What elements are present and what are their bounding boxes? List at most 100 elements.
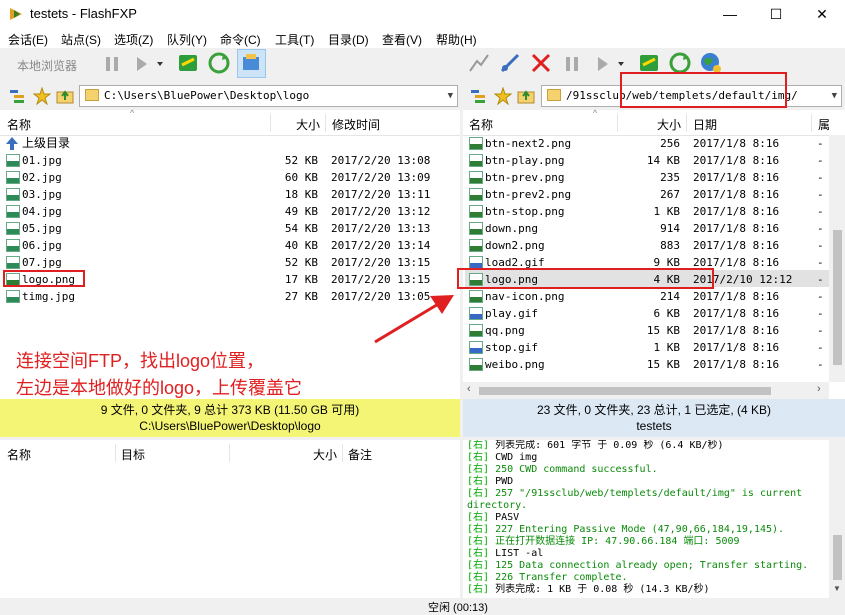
pause-icon[interactable] bbox=[100, 52, 124, 76]
queue-col-note[interactable]: 备注 bbox=[348, 446, 372, 463]
close-button[interactable]: ✕ bbox=[799, 0, 845, 28]
remote-file-row[interactable]: stop.gif 1 KB 2017/1/8 8:16 - bbox=[467, 339, 829, 356]
connect-icon[interactable] bbox=[467, 51, 491, 75]
scroll-thumb[interactable] bbox=[833, 230, 842, 365]
menu-site[interactable]: 站点(S) bbox=[61, 31, 101, 48]
gif-file-icon bbox=[469, 307, 483, 320]
minimize-button[interactable]: — bbox=[707, 0, 753, 28]
col-divider[interactable] bbox=[270, 114, 271, 132]
menu-view[interactable]: 查看(V) bbox=[382, 31, 422, 48]
local-file-row[interactable]: 06.jpg 40 KB 2017/2/20 13:14 bbox=[4, 237, 460, 254]
file-attr: - bbox=[817, 341, 824, 354]
remote-file-row[interactable]: weibo.png 15 KB 2017/1/8 8:16 - bbox=[467, 356, 829, 373]
col-divider[interactable] bbox=[325, 114, 326, 132]
col-divider[interactable] bbox=[811, 114, 812, 132]
col-divider[interactable] bbox=[617, 114, 618, 132]
remote-list-header: 名称 大小 日期 属 ^ bbox=[463, 108, 830, 136]
scroll-down-icon[interactable]: ▼ bbox=[833, 584, 841, 593]
queue-panel[interactable]: 名称 目标 大小 备注 bbox=[0, 440, 460, 600]
remote-file-row[interactable]: btn-stop.png 1 KB 2017/1/8 8:16 - bbox=[467, 203, 829, 220]
log-line: directory. bbox=[467, 500, 829, 512]
remote-file-row[interactable]: play.gif 6 KB 2017/1/8 8:16 - bbox=[467, 305, 829, 322]
remote-file-row[interactable]: nav-icon.png 214 2017/1/8 8:16 - bbox=[467, 288, 829, 305]
disconnect-icon[interactable] bbox=[529, 51, 553, 75]
maximize-button[interactable]: ☐ bbox=[753, 0, 799, 28]
local-file-row[interactable]: 04.jpg 49 KB 2017/2/20 13:12 bbox=[4, 203, 460, 220]
transfer-icon[interactable] bbox=[176, 51, 200, 75]
col-divider[interactable] bbox=[229, 444, 230, 462]
remote-favorites-star-icon[interactable] bbox=[493, 86, 513, 106]
parent-dir-row[interactable]: 上级目录 bbox=[4, 135, 460, 152]
col-attr[interactable]: 属 bbox=[818, 116, 830, 133]
file-name: nav-icon.png bbox=[485, 290, 565, 303]
file-date: 2017/2/20 13:08 bbox=[331, 154, 431, 167]
menu-session[interactable]: 会话(E) bbox=[8, 31, 48, 48]
menu-directory[interactable]: 目录(D) bbox=[328, 31, 369, 48]
menu-options[interactable]: 选项(Z) bbox=[114, 31, 153, 48]
log-line: [右] 257 "/91ssclub/web/templets/default/… bbox=[467, 488, 829, 500]
menu-tools[interactable]: 工具(T) bbox=[275, 31, 314, 48]
file-attr: - bbox=[817, 358, 824, 371]
log-tag: [右] bbox=[467, 536, 490, 547]
refresh-icon[interactable] bbox=[207, 51, 231, 75]
local-file-row[interactable]: 03.jpg 18 KB 2017/2/20 13:11 bbox=[4, 186, 460, 203]
local-path-combo[interactable]: C:\Users\BluePower\Desktop\logo ▼ bbox=[79, 85, 458, 107]
col-name[interactable]: 名称 bbox=[7, 116, 31, 133]
menu-commands[interactable]: 命令(C) bbox=[220, 31, 261, 48]
menu-queue[interactable]: 队列(Y) bbox=[167, 31, 207, 48]
log-tag: [右] bbox=[467, 464, 490, 475]
remote-parent-folder-icon[interactable] bbox=[517, 87, 535, 105]
local-file-row[interactable]: 05.jpg 54 KB 2017/2/20 13:13 bbox=[4, 220, 460, 237]
file-size: 267 bbox=[660, 188, 680, 201]
remote-file-row[interactable]: btn-prev2.png 267 2017/1/8 8:16 - bbox=[467, 186, 829, 203]
remote-pause-icon[interactable] bbox=[560, 52, 584, 76]
col-divider[interactable] bbox=[342, 444, 343, 462]
chevron-down-icon[interactable]: ▼ bbox=[448, 86, 453, 106]
scroll-thumb[interactable] bbox=[479, 387, 771, 395]
remote-vertical-scrollbar[interactable] bbox=[829, 135, 845, 382]
app-logo-icon bbox=[8, 6, 24, 22]
chevron-down-icon[interactable]: ▼ bbox=[832, 86, 837, 106]
col-size[interactable]: 大小 bbox=[657, 116, 681, 133]
remote-file-row[interactable]: btn-play.png 14 KB 2017/1/8 8:16 - bbox=[467, 152, 829, 169]
queue-col-size[interactable]: 大小 bbox=[313, 446, 337, 463]
menu-help[interactable]: 帮助(H) bbox=[436, 31, 477, 48]
scroll-left-icon[interactable]: ‹ bbox=[467, 383, 471, 395]
queue-col-target[interactable]: 目标 bbox=[121, 446, 145, 463]
col-name[interactable]: 名称 bbox=[469, 116, 493, 133]
favorites-star-icon[interactable] bbox=[32, 86, 52, 106]
col-divider[interactable] bbox=[686, 114, 687, 132]
file-size: 914 bbox=[660, 222, 680, 235]
file-size: 52 KB bbox=[284, 256, 318, 269]
local-file-row[interactable]: 01.jpg 52 KB 2017/2/20 13:08 bbox=[4, 152, 460, 169]
col-size[interactable]: 大小 bbox=[296, 116, 320, 133]
quick-connect-icon[interactable] bbox=[498, 51, 522, 75]
local-file-row[interactable]: 02.jpg 60 KB 2017/2/20 13:09 bbox=[4, 169, 460, 186]
remote-file-row[interactable]: btn-prev.png 235 2017/1/8 8:16 - bbox=[467, 169, 829, 186]
file-date: 2017/1/8 8:16 bbox=[693, 205, 780, 218]
col-modified[interactable]: 修改时间 bbox=[332, 116, 380, 133]
local-browser-toggle-icon[interactable] bbox=[237, 49, 266, 78]
file-date: 2017/1/8 8:16 bbox=[693, 358, 780, 371]
file-name: play.gif bbox=[485, 307, 538, 320]
site-list-icon[interactable] bbox=[9, 88, 27, 104]
session-log[interactable]: [右] 列表完成: 601 字节 于 0.09 秒 (6.4 KB/秒) [右] … bbox=[463, 440, 829, 598]
local-browser-button[interactable]: 本地浏览器 bbox=[17, 57, 77, 74]
remote-file-row[interactable]: down.png 914 2017/1/8 8:16 - bbox=[467, 220, 829, 237]
remote-site-list-icon[interactable] bbox=[470, 88, 488, 104]
scroll-right-icon[interactable]: › bbox=[817, 383, 821, 395]
file-attr: - bbox=[817, 324, 824, 337]
scroll-thumb[interactable] bbox=[833, 535, 842, 580]
play-icon[interactable] bbox=[132, 52, 163, 76]
col-divider[interactable] bbox=[115, 444, 116, 462]
remote-horizontal-scrollbar[interactable]: ‹ › bbox=[463, 382, 829, 399]
log-scrollbar[interactable]: ▼ bbox=[829, 440, 845, 598]
remote-file-row[interactable]: btn-next2.png 256 2017/1/8 8:16 - bbox=[467, 135, 829, 152]
queue-col-name[interactable]: 名称 bbox=[7, 446, 31, 463]
remote-file-row[interactable]: down2.png 883 2017/1/8 8:16 - bbox=[467, 237, 829, 254]
parent-folder-icon[interactable] bbox=[56, 87, 74, 105]
remote-play-icon[interactable] bbox=[593, 52, 624, 76]
local-file-row[interactable]: 07.jpg 52 KB 2017/2/20 13:15 bbox=[4, 254, 460, 271]
remote-file-row[interactable]: qq.png 15 KB 2017/1/8 8:16 - bbox=[467, 322, 829, 339]
col-date[interactable]: 日期 bbox=[693, 116, 717, 133]
